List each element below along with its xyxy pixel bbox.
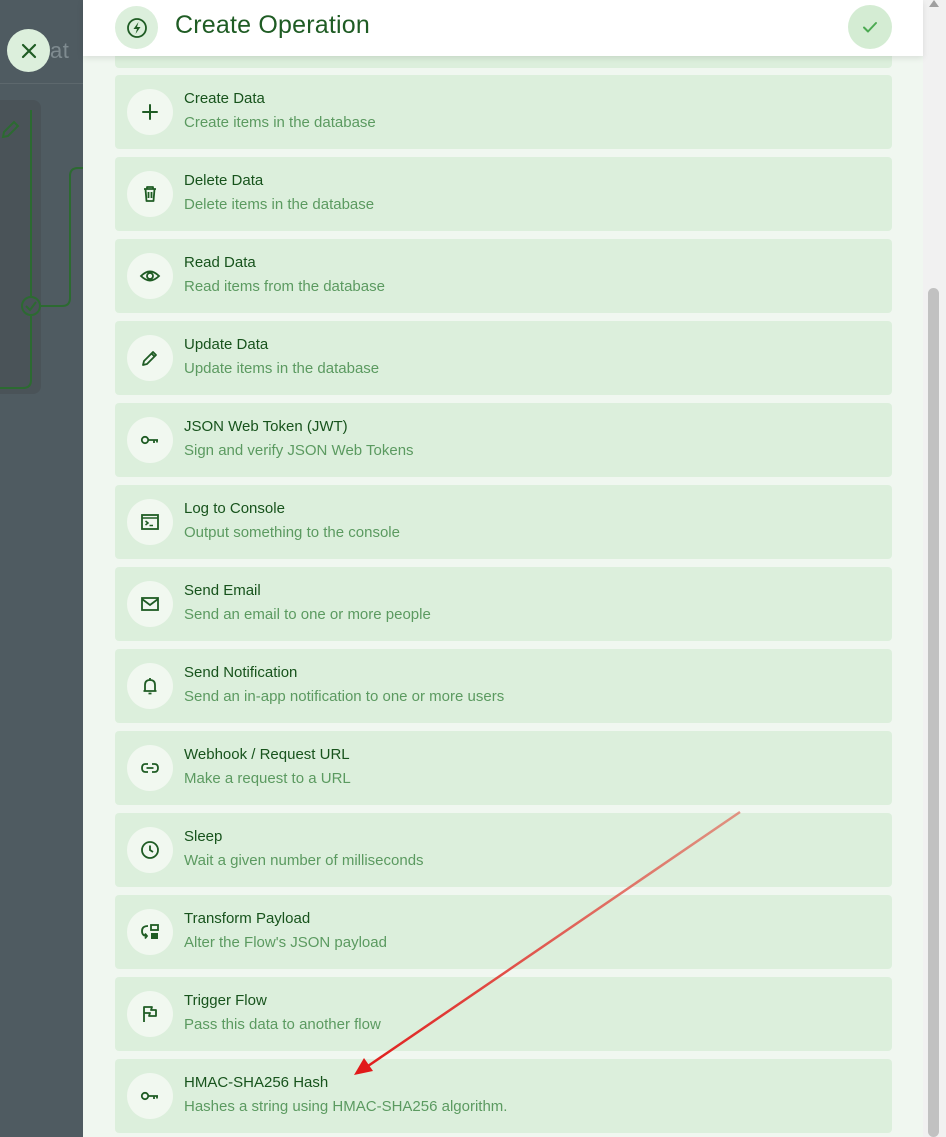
key-icon [127,1073,173,1119]
operation-item-delete-data[interactable]: Delete Data Delete items in the database [115,157,892,231]
operation-title: Log to Console [184,500,285,517]
bell-icon [127,663,173,709]
operation-item-send-notification[interactable]: Send Notification Send an in-app notific… [115,649,892,723]
scrollbar[interactable] [923,0,946,1137]
confirm-button[interactable] [848,5,892,49]
operation-title: Read Data [184,254,256,271]
operation-description: Create items in the database [184,114,376,131]
pencil-icon [127,335,173,381]
operation-description: Send an email to one or more people [184,606,431,623]
operation-item-sleep[interactable]: Sleep Wait a given number of millisecond… [115,813,892,887]
operation-description: Wait a given number of milliseconds [184,852,424,869]
operation-item-jwt[interactable]: JSON Web Token (JWT) Sign and verify JSO… [115,403,892,477]
close-button[interactable] [7,29,50,72]
transform-icon [127,909,173,955]
key-icon [127,417,173,463]
operation-title: Send Email [184,582,261,599]
operation-title: Send Notification [184,664,298,681]
operation-title: JSON Web Token (JWT) [184,418,348,435]
operation-description: Alter the Flow's JSON payload [184,934,387,951]
operation-item-log-to-console[interactable]: Log to Console Output something to the c… [115,485,892,559]
operation-description: Send an in-app notification to one or mo… [184,688,505,705]
operation-item-transform-payload[interactable]: Transform Payload Alter the Flow's JSON … [115,895,892,969]
operation-title: HMAC-SHA256 Hash [184,1074,329,1091]
trash-icon [127,171,173,217]
check-icon [863,22,877,33]
drawer-header: Create Operation [83,0,923,56]
bolt-circle-icon [115,6,158,49]
operation-description: Hashes a string using HMAC-SHA256 algori… [184,1098,508,1115]
scrollbar-thumb[interactable] [928,288,939,1137]
operation-item-webhook[interactable]: Webhook / Request URL Make a request to … [115,731,892,805]
operation-item-send-email[interactable]: Send Email Send an email to one or more … [115,567,892,641]
link-icon [127,745,173,791]
operation-description: Make a request to a URL [184,770,351,787]
flag-icon [127,991,173,1037]
operation-title: Create Data [184,90,265,107]
operation-description: Update items in the database [184,360,380,377]
operation-title: Trigger Flow [184,992,267,1009]
operation-description: Delete items in the database [184,196,375,213]
operation-item-update-data[interactable]: Update Data Update items in the database [115,321,892,395]
scroll-up-arrow-icon[interactable] [929,0,939,7]
operation-item-trigger-flow[interactable]: Trigger Flow Pass this data to another f… [115,977,892,1051]
operation-description: Pass this data to another flow [184,1016,381,1033]
close-icon [21,43,36,58]
operation-title: Delete Data [184,172,264,189]
operation-title: Webhook / Request URL [184,746,350,763]
plus-icon [127,89,173,135]
operation-description: Read items from the database [184,278,385,295]
terminal-icon [127,499,173,545]
create-operation-drawer: Create Data Create items in the database… [83,0,923,1137]
background-canvas: at [0,0,83,1137]
mail-icon [127,581,173,627]
operation-item-create-data[interactable]: Create Data Create items in the database [115,75,892,149]
operation-item-hmac-sha256-hash[interactable]: HMAC-SHA256 Hash Hashes a string using H… [115,1059,892,1133]
operation-title: Update Data [184,336,269,353]
operation-item-read-data[interactable]: Read Data Read items from the database [115,239,892,313]
operation-list-top-edge [115,56,892,68]
drawer-title: Create Operation [175,11,370,39]
operation-description: Sign and verify JSON Web Tokens [184,442,414,459]
operation-description: Output something to the console [184,524,400,541]
clock-icon [127,827,173,873]
operation-title: Sleep [184,828,223,845]
operation-title: Transform Payload [184,910,311,927]
eye-icon [127,253,173,299]
